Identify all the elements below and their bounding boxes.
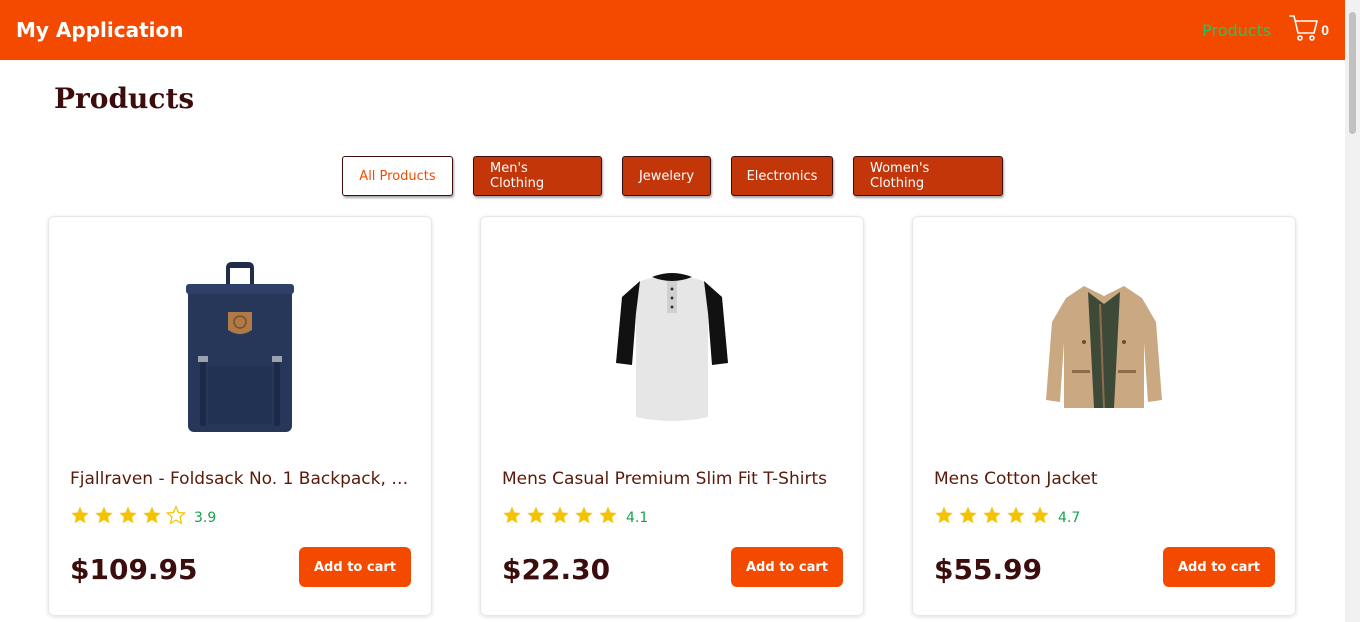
star-icon <box>118 505 138 530</box>
app-header: My Application Products 0 <box>0 0 1345 60</box>
star-icon <box>526 505 546 530</box>
page-scrollbar[interactable] <box>1345 0 1360 622</box>
product-rating: 3.9 <box>70 505 216 530</box>
star-icon <box>574 505 594 530</box>
add-to-cart-button[interactable]: Add to cart <box>299 547 411 587</box>
product-card: Mens Casual Premium Slim Fit T-Shirts 4.… <box>480 216 864 616</box>
product-card: Mens Cotton Jacket 4.7 $55.99 Add to car… <box>912 216 1296 616</box>
scrollbar-thumb[interactable] <box>1349 12 1356 134</box>
rating-value: 3.9 <box>194 509 217 526</box>
filter-mens-clothing[interactable]: Men's Clothing <box>473 156 602 196</box>
nav-products-link[interactable]: Products <box>1202 21 1271 40</box>
product-title[interactable]: Fjallraven - Foldsack No. 1 Backpack, Fi… <box>70 469 415 489</box>
product-card: Fjallraven - Foldsack No. 1 Backpack, Fi… <box>48 216 432 616</box>
filter-womens-clothing[interactable]: Women's Clothing <box>853 156 1003 196</box>
tshirt-image[interactable] <box>481 247 863 447</box>
star-icon <box>1030 505 1050 530</box>
star-icon <box>982 505 1002 530</box>
product-grid: Fjallraven - Foldsack No. 1 Backpack, Fi… <box>48 216 1296 616</box>
star-icon <box>934 505 954 530</box>
star-icon <box>70 505 90 530</box>
product-rating: 4.7 <box>934 505 1080 530</box>
filter-electronics[interactable]: Electronics <box>731 156 833 196</box>
star-outline-icon <box>165 505 187 530</box>
star-icon <box>142 505 162 530</box>
product-price: $22.30 <box>502 553 611 586</box>
category-filters: All Products Men's Clothing Jewelery Ele… <box>342 156 1003 196</box>
star-icon <box>598 505 618 530</box>
header-nav: Products 0 <box>1202 14 1329 47</box>
jacket-image[interactable] <box>913 247 1295 447</box>
star-icon <box>94 505 114 530</box>
product-title[interactable]: Mens Cotton Jacket <box>934 469 1279 489</box>
page-title: Products <box>54 82 195 115</box>
backpack-image[interactable] <box>49 247 431 447</box>
rating-value: 4.1 <box>626 509 649 526</box>
app-title[interactable]: My Application <box>16 18 183 42</box>
star-icon <box>958 505 978 530</box>
cart-count: 0 <box>1321 22 1329 38</box>
add-to-cart-button[interactable]: Add to cart <box>731 547 843 587</box>
product-price: $109.95 <box>70 553 198 586</box>
add-to-cart-button[interactable]: Add to cart <box>1163 547 1275 587</box>
product-rating: 4.1 <box>502 505 648 530</box>
filter-all-products[interactable]: All Products <box>342 156 453 196</box>
product-price: $55.99 <box>934 553 1043 586</box>
cart-button[interactable]: 0 <box>1289 14 1329 47</box>
cart-icon <box>1289 14 1319 47</box>
filter-jewelery[interactable]: Jewelery <box>622 156 711 196</box>
star-icon <box>550 505 570 530</box>
rating-value: 4.7 <box>1058 509 1081 526</box>
product-title[interactable]: Mens Casual Premium Slim Fit T-Shirts <box>502 469 847 489</box>
star-icon <box>502 505 522 530</box>
star-icon <box>1006 505 1026 530</box>
